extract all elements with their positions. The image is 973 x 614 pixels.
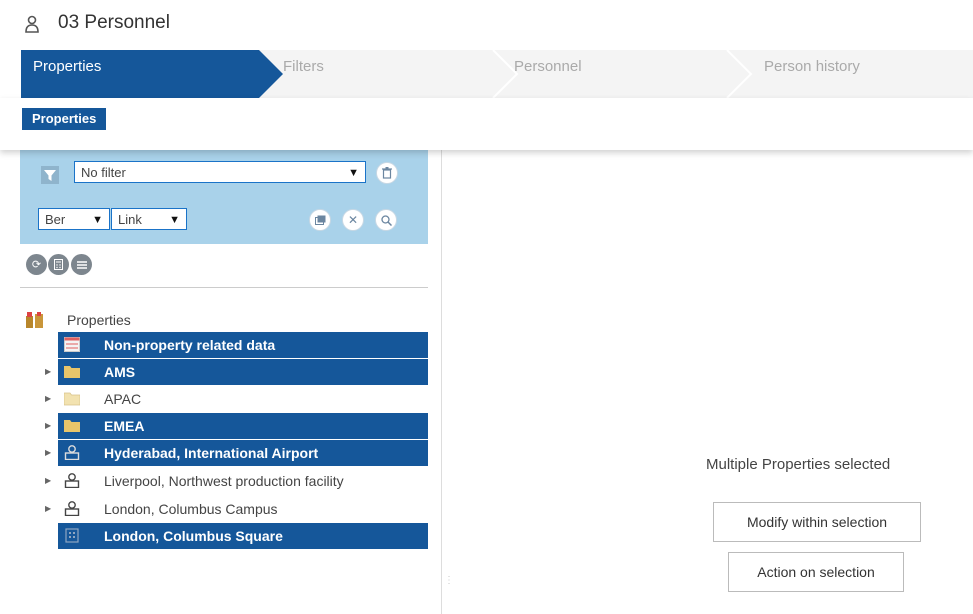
- clear-icon[interactable]: ✕: [342, 209, 364, 231]
- filter-select-value: No filter: [81, 165, 126, 180]
- folder-icon: [64, 392, 80, 406]
- calculator-icon[interactable]: [48, 254, 69, 275]
- expand-caret-icon[interactable]: ▶: [45, 394, 51, 403]
- filter-box: No filter ▼ Ber ▼ Link ▼ ✕: [20, 150, 428, 244]
- tree-item-london-campus[interactable]: ▶ London, Columbus Campus: [45, 496, 428, 522]
- person-icon: [25, 15, 39, 33]
- tree-item-label: London, Columbus Campus: [104, 501, 278, 517]
- expand-caret-icon[interactable]: ▶: [45, 421, 51, 430]
- dropdown-arrow-icon: ▼: [348, 167, 359, 179]
- tree-item-liverpool[interactable]: ▶ Liverpool, Northwest production facili…: [45, 468, 428, 494]
- tree-item-label: Non-property related data: [104, 337, 276, 353]
- tab-properties[interactable]: Properties: [22, 108, 107, 130]
- step-filters[interactable]: Filters: [283, 58, 324, 75]
- tree-item-non-property[interactable]: Non-property related data: [58, 332, 428, 358]
- list-icon[interactable]: [71, 254, 92, 275]
- properties-icon: [26, 312, 43, 328]
- expand-caret-icon[interactable]: ▶: [45, 476, 51, 485]
- data-icon: [64, 337, 80, 352]
- property-icon: [64, 501, 80, 516]
- search-icon[interactable]: [375, 209, 397, 231]
- expand-caret-icon[interactable]: ▶: [45, 367, 51, 376]
- expand-caret-icon[interactable]: ▶: [45, 448, 51, 457]
- tree-item-label: EMEA: [104, 418, 145, 434]
- delete-icon[interactable]: [376, 162, 398, 184]
- select-a-value: Ber: [45, 212, 66, 227]
- property-icon: [64, 473, 80, 488]
- dropdown-arrow-icon: ▼: [169, 214, 180, 226]
- funnel-icon[interactable]: [41, 166, 59, 184]
- subtab-bar: Properties: [0, 98, 973, 150]
- refresh-icon[interactable]: ⟳: [26, 254, 47, 275]
- tree-item-label: London, Columbus Square: [104, 528, 283, 544]
- tree-item-apac[interactable]: ▶ APAC: [45, 386, 428, 412]
- step-personnel[interactable]: Personnel: [514, 58, 582, 75]
- selection-message: Multiple Properties selected: [706, 456, 891, 473]
- folder-icon: [64, 420, 80, 432]
- tree-item-label: Hyderabad, International Airport: [104, 445, 319, 461]
- tree-item-label: AMS: [104, 364, 136, 380]
- select-b[interactable]: Link ▼: [111, 208, 187, 230]
- property-icon: [64, 445, 80, 460]
- divider: [20, 287, 428, 288]
- tree-item-label: APAC: [104, 391, 142, 407]
- folder-icon: [64, 366, 80, 378]
- tree-item-hyderabad[interactable]: ▶ Hyderabad, International Airport: [45, 440, 428, 466]
- wizard-steps: Properties Filters Personnel Person hist…: [21, 50, 973, 98]
- tree-item-emea[interactable]: ▶ EMEA: [45, 413, 428, 439]
- expand-caret-icon[interactable]: ▶: [45, 504, 51, 513]
- panel-divider[interactable]: [441, 150, 442, 614]
- step-person-history[interactable]: Person history: [764, 58, 860, 75]
- dropdown-arrow-icon: ▼: [92, 214, 103, 226]
- window-icon[interactable]: [309, 209, 331, 231]
- action-on-selection-button[interactable]: Action on selection: [728, 552, 904, 592]
- tree-item-london-square[interactable]: London, Columbus Square: [58, 523, 428, 549]
- left-panel: No filter ▼ Ber ▼ Link ▼ ✕ ⟳ Properties …: [20, 150, 441, 614]
- filter-select[interactable]: No filter ▼: [74, 161, 366, 183]
- tree-item-ams[interactable]: ▶ AMS: [45, 359, 428, 385]
- select-a[interactable]: Ber ▼: [38, 208, 110, 230]
- modify-within-selection-button[interactable]: Modify within selection: [713, 502, 921, 542]
- step-properties[interactable]: Properties: [33, 58, 101, 75]
- building-icon: [65, 528, 79, 543]
- page-header: 03 Personnel: [0, 0, 973, 50]
- tree-item-label: Liverpool, Northwest production facility: [104, 473, 344, 489]
- tree-root-label: Properties: [67, 312, 131, 328]
- resize-handle-icon[interactable]: ⋮: [444, 575, 454, 586]
- select-b-value: Link: [118, 212, 142, 227]
- page-title: 03 Personnel: [58, 12, 170, 33]
